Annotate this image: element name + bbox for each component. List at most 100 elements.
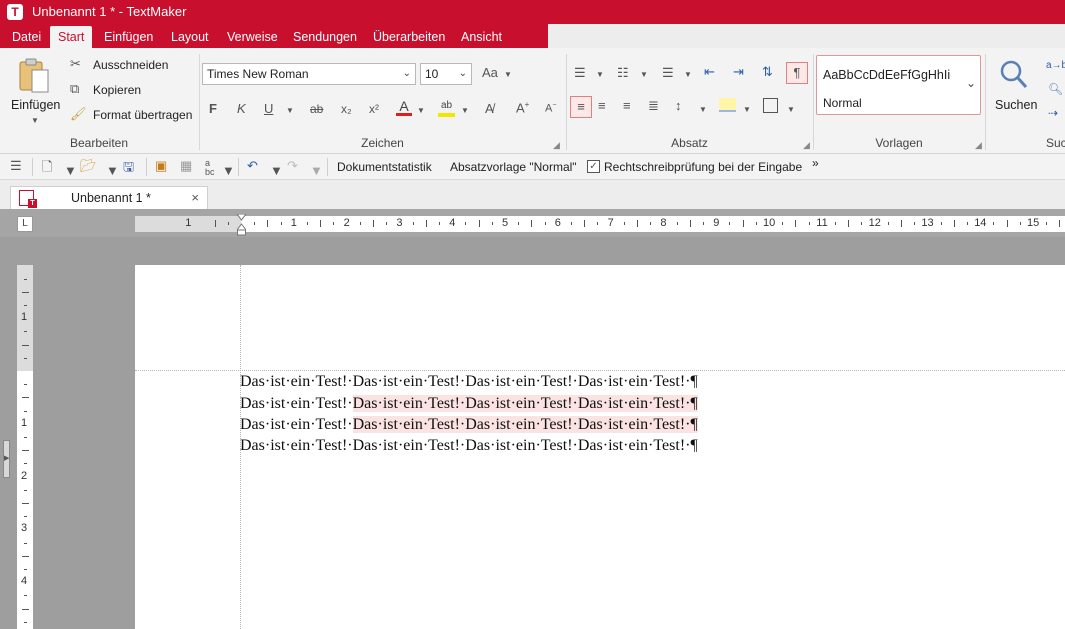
tab-stop-selector[interactable]: L (17, 216, 33, 232)
paste-dropdown-icon[interactable]: ▼ (31, 116, 39, 125)
chevron-down-icon[interactable]: ⌄ (966, 76, 976, 90)
open-folder-icon[interactable]: 📂︎ (80, 158, 97, 174)
save-icon[interactable]: 🖫 (123, 158, 134, 180)
menu-hamburger-icon[interactable]: ☰ (10, 158, 22, 174)
ruler-tick (1059, 220, 1061, 227)
clear-format-icon[interactable]: A̸ (485, 101, 494, 116)
grow-font-icon[interactable]: A+ (516, 100, 529, 115)
open-dropdown-icon[interactable]: ▼ (106, 163, 119, 178)
redo-icon[interactable]: ↷ (287, 158, 298, 174)
align-center-icon[interactable]: ≡ (598, 98, 606, 113)
bullet-list-dropdown-icon[interactable]: ▼ (596, 70, 604, 79)
italic-button[interactable]: K (237, 101, 246, 116)
document-statistics-button[interactable]: Dokumentstatistik (337, 160, 432, 174)
superscript-button[interactable]: x² (369, 102, 379, 116)
subscript-button[interactable]: x₂ (341, 102, 352, 116)
tab-sendungen[interactable]: Sendungen (285, 26, 365, 48)
borders-dropdown-icon[interactable]: ▼ (787, 105, 795, 114)
sort-icon[interactable]: ⇅ (762, 64, 773, 80)
copy-button[interactable]: Kopieren (93, 83, 141, 97)
vertical-ruler[interactable]: 1 1 2 3 4 (17, 265, 33, 629)
font-size-combo[interactable]: 10 ⌄ (420, 63, 472, 85)
font-name-combo[interactable]: Times New Roman ⌄ (202, 63, 416, 85)
align-right-icon[interactable]: ≡ (623, 98, 631, 113)
line-spacing-icon[interactable]: ↕ (675, 98, 682, 113)
absatz-dialog-launcher-icon[interactable]: ◢ (803, 140, 810, 151)
paragraph-style-button[interactable]: Absatzvorlage "Normal" (450, 160, 577, 174)
goto-icon[interactable]: ⇢ (1048, 106, 1058, 120)
document-page[interactable]: Das·ist·ein·Test!·Das·ist·ein·Test!·Das·… (135, 265, 1065, 629)
bullet-list-icon[interactable]: ☰ (574, 65, 586, 81)
tab-layout[interactable]: Layout (163, 26, 217, 48)
spellcheck-label[interactable]: Rechtschreibprüfung bei der Eingabe (604, 160, 802, 174)
ruler-tick (24, 357, 27, 359)
paste-icon[interactable] (16, 56, 54, 96)
undo-icon[interactable]: ↶ (247, 158, 258, 174)
zeichen-dialog-launcher-icon[interactable]: ◢ (553, 140, 560, 151)
font-color-button[interactable]: A (396, 99, 412, 116)
close-icon[interactable]: × (191, 190, 199, 205)
redo-dropdown-icon[interactable]: ▼ (310, 163, 323, 178)
new-document-dropdown-icon[interactable]: ▼ (64, 163, 77, 178)
spellcheck-dropdown-icon[interactable]: ▼ (222, 163, 235, 178)
change-case-icon[interactable]: Aa (482, 65, 498, 80)
shading-dropdown-icon[interactable]: ▼ (743, 105, 751, 114)
tab-verweise[interactable]: Verweise (219, 26, 286, 48)
ruler-tick (24, 516, 27, 518)
ruler-tick (835, 222, 836, 225)
bold-button[interactable]: F (209, 101, 217, 116)
more-commands-button[interactable]: » (812, 156, 819, 170)
indent-marker-icon[interactable] (236, 213, 247, 236)
decrease-indent-icon[interactable]: ⇤ (704, 64, 715, 80)
search-icon[interactable] (998, 58, 1028, 90)
new-document-icon[interactable]: 🗋 (42, 158, 52, 180)
highlight-dropdown-icon[interactable]: ▼ (461, 106, 469, 115)
spellcheck-icon[interactable]: a bc (205, 159, 215, 177)
font-color-dropdown-icon[interactable]: ▼ (417, 106, 425, 115)
underline-dropdown-icon[interactable]: ▼ (286, 106, 294, 115)
paragraph-line[interactable]: Das·ist·ein·Test!·Das·ist·ein·Test!·Das·… (240, 414, 698, 435)
shading-icon[interactable] (719, 98, 736, 112)
justify-icon[interactable]: ≣ (648, 98, 659, 114)
ruler-tick (518, 222, 520, 225)
spellcheck-checkbox[interactable]: ✓ (587, 160, 600, 173)
align-left-icon[interactable]: ≡ (570, 96, 592, 118)
multilevel-list-icon[interactable]: ☰ (662, 65, 674, 81)
shrink-font-icon[interactable]: A− (545, 102, 556, 115)
pdf-export-icon[interactable]: ▣ (155, 158, 167, 174)
tab-datei[interactable]: Datei (4, 26, 49, 48)
horizontal-ruler[interactable]: 1 1 2 3 4 5 6 7 8 9 10 11 12 13 14 15 (135, 216, 1065, 232)
paragraph-line[interactable]: Das·ist·ein·Test!·Das·ist·ein·Test!·Das·… (240, 393, 698, 414)
tab-ansicht[interactable]: Ansicht (453, 26, 510, 48)
style-gallery[interactable]: AaBbCcDdEeFfGgHhIi Normal ⌄ (816, 55, 981, 115)
line-spacing-dropdown-icon[interactable]: ▼ (699, 105, 707, 114)
ruler-tick (676, 222, 678, 225)
search-button[interactable]: Suchen (995, 98, 1037, 112)
change-case-dropdown-icon[interactable]: ▼ (504, 70, 512, 79)
show-formatting-button[interactable]: ¶ (786, 62, 808, 84)
panel-splitter-handle[interactable]: ▶ (3, 440, 10, 478)
cut-button[interactable]: Ausschneiden (93, 58, 168, 72)
undo-dropdown-icon[interactable]: ▼ (270, 163, 283, 178)
format-painter-button[interactable]: Format übertragen (93, 108, 192, 122)
highlight-button[interactable]: ab (438, 99, 455, 117)
window-title: Unbenannt 1 * - TextMaker (32, 4, 187, 19)
paragraph-line[interactable]: Das·ist·ein·Test!·Das·ist·ein·Test!·Das·… (240, 371, 698, 392)
tab-start[interactable]: Start (50, 26, 93, 48)
numbered-list-icon[interactable]: ☷ (617, 65, 629, 81)
borders-icon[interactable] (763, 98, 778, 113)
vorlagen-dialog-launcher-icon[interactable]: ◢ (975, 140, 982, 151)
print-preview-icon[interactable]: ▦ (180, 158, 192, 174)
numbered-list-dropdown-icon[interactable]: ▼ (640, 70, 648, 79)
strikethrough-button[interactable]: ab (310, 102, 323, 116)
document-tab[interactable]: Unbenannt 1 * × (10, 186, 208, 209)
paste-button[interactable]: Einfügen (11, 98, 60, 112)
increase-indent-icon[interactable]: ⇥ (733, 64, 744, 80)
underline-button[interactable]: U (264, 101, 273, 116)
paragraph-line[interactable]: Das·ist·ein·Test!·Das·ist·ein·Test!·Das·… (240, 435, 698, 456)
tab-ueberarbeiten[interactable]: Überarbeiten (365, 26, 453, 48)
multilevel-list-dropdown-icon[interactable]: ▼ (684, 70, 692, 79)
tab-einfuegen[interactable]: Einfügen (96, 26, 161, 48)
search-next-icon[interactable]: 🔍︎ (1048, 82, 1063, 96)
replace-icon[interactable]: a→b (1046, 60, 1065, 71)
